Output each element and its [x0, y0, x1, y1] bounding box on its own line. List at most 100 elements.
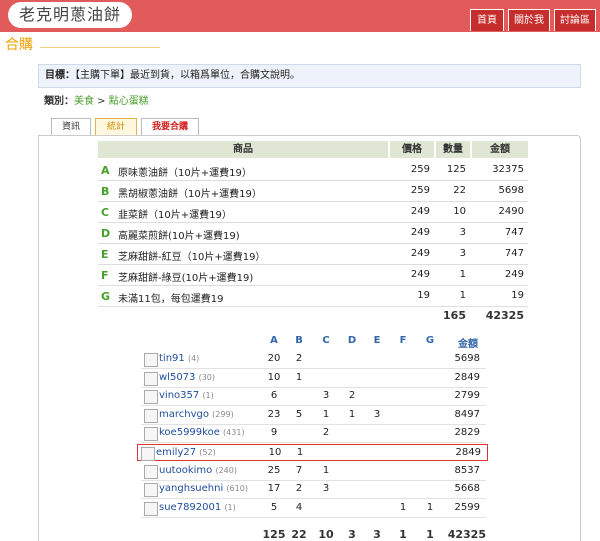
product-qty: 125 [446, 164, 466, 175]
user-name: emily27 [156, 447, 197, 458]
order-qty-cell: 17 [267, 483, 281, 495]
user-rating-count: (1) [202, 391, 214, 401]
tab-info[interactable]: 資訊 [51, 118, 91, 136]
order-qty-cell: 1 [322, 408, 330, 420]
order-row: wl5073 (30) 10 1 2849 [141, 370, 486, 388]
product-amount: 32375 [492, 164, 524, 175]
order-amount: 5698 [454, 353, 480, 364]
order-amount: 2799 [454, 390, 480, 402]
product-qty: 22 [453, 185, 466, 196]
user-link[interactable]: emily27 (52) [156, 447, 216, 458]
user-rating-count: (30) [198, 372, 216, 382]
category-link-dessert[interactable]: 點心蛋糕 [109, 96, 149, 107]
tab-join-buy[interactable]: 我要合購 [141, 118, 199, 136]
user-avatar-icon [144, 371, 158, 386]
product-amount: 19 [511, 290, 524, 301]
goal-label: 目標： [45, 70, 75, 81]
order-amount: 2829 [454, 427, 480, 439]
user-avatar-icon [141, 447, 155, 461]
col-header-price: 價格 [390, 141, 434, 158]
category-label: 類別： [44, 96, 74, 107]
product-qty: 3 [459, 248, 466, 259]
product-total-qty: 165 [443, 309, 466, 322]
user-avatar-icon [144, 427, 158, 442]
order-col-header: E [373, 335, 381, 346]
product-letter: C [101, 206, 110, 219]
order-amount: 5668 [454, 483, 480, 495]
category-link-food[interactable]: 美食 [74, 96, 94, 107]
user-link[interactable]: koe5999koe (431) [159, 427, 245, 438]
product-letter: E [101, 248, 109, 261]
product-qty: 3 [459, 227, 466, 238]
nav-forum-button[interactable]: 討論區 [554, 9, 596, 31]
category-sep: > [94, 96, 109, 107]
order-qty-cell: 10 [268, 447, 282, 458]
order-amount: 2599 [454, 501, 480, 513]
product-name: 芝麻甜餅-紅豆（10片+運費19） [118, 252, 266, 263]
order-qty-cell: 1 [399, 501, 407, 513]
order-total-amount: 42325 [447, 528, 486, 541]
product-row: A 原味蔥油餅（10片+運費19） 259 125 32375 [98, 160, 528, 181]
order-row: vino357 (1) 6 3 2 2799 [141, 388, 486, 407]
user-rating-count: (610) [226, 484, 248, 494]
order-qty-cell: 1 [348, 408, 356, 420]
product-name: 未滿11包，每包運費19 [118, 294, 224, 305]
product-amount: 5698 [498, 185, 524, 196]
order-total: 1 [426, 528, 434, 541]
user-link[interactable]: vino357 (1) [159, 390, 214, 401]
user-rating-count: (431) [223, 428, 245, 438]
product-row: D 高麗菜煎餅(10片+運費19) 249 3 747 [98, 223, 528, 244]
user-link[interactable]: wl5073 (30) [159, 372, 215, 383]
order-qty-cell: 3 [322, 483, 330, 495]
order-amount: 2849 [454, 371, 480, 383]
site-title[interactable]: 老克明蔥油餅 [8, 2, 132, 28]
order-qty-cell: 2 [295, 353, 303, 364]
user-avatar-icon [144, 483, 158, 498]
section-divider [40, 47, 160, 48]
product-amount: 2490 [498, 206, 524, 217]
user-link[interactable]: tin91 (4) [159, 353, 199, 364]
user-link[interactable]: sue7892001 (1) [159, 502, 236, 513]
product-letter: D [101, 227, 111, 240]
product-price: 249 [410, 269, 430, 280]
order-amount: 8497 [454, 408, 480, 420]
order-qty-cell: 1 [322, 464, 330, 476]
product-name: 芝麻甜餅-綠豆(10片+運費19) [118, 273, 254, 284]
product-price: 19 [417, 290, 430, 301]
order-qty-cell: 2 [295, 483, 303, 495]
product-name: 原味蔥油餅（10片+運費19） [118, 168, 252, 179]
nav-home-button[interactable]: 首頁 [470, 9, 504, 31]
nav-about-button[interactable]: 關於我 [508, 9, 550, 31]
user-avatar-icon [144, 408, 158, 423]
tab-stats[interactable]: 統計 [95, 118, 137, 136]
order-total: 125 [262, 528, 286, 541]
user-name: yanghsuehni [159, 483, 224, 495]
product-qty: 1 [459, 290, 466, 301]
product-price: 249 [410, 227, 430, 238]
product-name: 韭菜餅（10片+運費19） [118, 210, 232, 221]
user-link[interactable]: yanghsuehni (610) [159, 483, 248, 494]
order-qty-cell: 4 [295, 501, 303, 513]
user-link[interactable]: uutookimo (240) [159, 465, 237, 476]
site-header: 老克明蔥油餅 首頁 關於我 討論區 [0, 0, 600, 32]
order-qty-cell: 5 [295, 408, 303, 420]
order-total: 22 [291, 528, 307, 541]
goal-text: 【主購下單】最近到貨，以箱爲單位，合購文說明。 [75, 70, 300, 81]
product-amount: 747 [504, 248, 524, 259]
order-col-header: D [347, 335, 357, 346]
product-row: B 黑胡椒蔥油餅（10片+運費19） 259 22 5698 [98, 181, 528, 202]
order-total: 3 [373, 528, 381, 541]
order-amount: 8537 [454, 464, 480, 476]
product-letter: F [101, 269, 109, 282]
order-qty-cell: 3 [322, 390, 330, 402]
order-qty-cell: 2 [348, 390, 356, 402]
product-letter: G [101, 290, 111, 303]
user-rating-count: (299) [212, 409, 234, 419]
order-qty-cell: 25 [267, 464, 281, 476]
order-amount: 2849 [455, 447, 481, 458]
user-link[interactable]: marchvgo (299) [159, 409, 234, 420]
user-avatar-icon [144, 390, 158, 405]
order-qty-cell: 1 [426, 501, 434, 513]
order-col-header-amount: 金額 [458, 339, 478, 350]
product-amount: 249 [504, 269, 524, 280]
